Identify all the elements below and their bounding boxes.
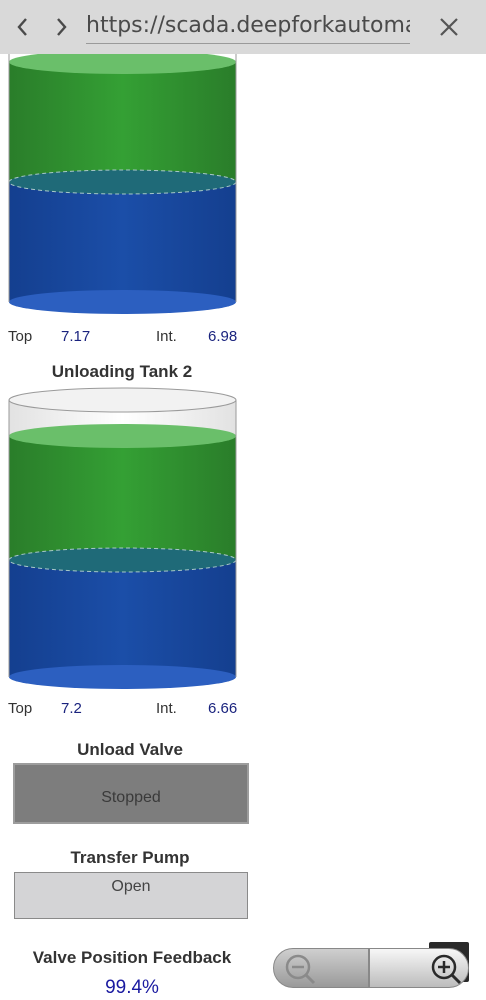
tank1-int-label: Int. xyxy=(156,328,177,345)
tank1-green-layer xyxy=(9,62,236,182)
unloading-tank-1-graphic xyxy=(8,54,237,314)
tank2-bottom xyxy=(9,665,236,689)
chevron-left-icon xyxy=(17,18,27,36)
zoom-control xyxy=(273,942,471,988)
tank2-title: Unloading Tank 2 xyxy=(51,362,193,381)
browser-toolbar: https://scada.deepforkautomatic xyxy=(0,0,486,54)
tank2-readings: Top 7.2 Int. 6.66 xyxy=(0,700,250,722)
transfer-pump-title: Transfer Pump xyxy=(70,848,190,867)
tank2-int-label: Int. xyxy=(156,700,177,717)
unload-valve-state: Stopped xyxy=(101,789,161,806)
zoom-in-icon xyxy=(431,954,462,985)
tank1-bottom xyxy=(9,290,236,314)
zoom-in-button[interactable] xyxy=(369,948,469,988)
chevron-right-icon xyxy=(57,18,67,36)
back-button[interactable] xyxy=(8,10,38,44)
tank1-int-value: 6.98 xyxy=(208,328,238,345)
tank2-top-value: 7.2 xyxy=(61,700,82,717)
forward-button[interactable] xyxy=(46,10,76,44)
zoom-out-button[interactable] xyxy=(273,948,369,988)
valve-feedback-value: 99.4% xyxy=(105,977,159,998)
close-button[interactable] xyxy=(436,14,462,40)
tank2-top-label: Top xyxy=(8,700,33,717)
tank2-blue-layer xyxy=(9,560,236,677)
tank1-interface xyxy=(8,169,237,195)
tank2-green-surface xyxy=(9,424,236,448)
scada-page: Top 7.17 Int. 6.98 Unloading Tank 2 Top xyxy=(0,54,486,1000)
tank2-interface xyxy=(8,547,237,573)
tank1-readings: Top 7.17 Int. 6.98 xyxy=(0,328,250,350)
valve-feedback-title: Valve Position Feedback xyxy=(32,948,232,967)
url-field[interactable]: https://scada.deepforkautomatic xyxy=(86,8,410,44)
tank1-top-value: 7.17 xyxy=(61,328,91,345)
tank2-lid xyxy=(8,387,237,413)
close-icon xyxy=(440,18,458,36)
tank2-green-layer xyxy=(9,436,236,560)
unload-valve-title: Unload Valve xyxy=(77,740,183,759)
tank1-blue-layer xyxy=(9,182,236,302)
tank1-top-label: Top xyxy=(8,328,33,345)
unloading-tank-2-graphic xyxy=(8,387,237,689)
unload-valve-button[interactable]: Stopped xyxy=(13,763,249,824)
transfer-pump-button[interactable]: Open xyxy=(14,872,248,919)
zoom-out-icon xyxy=(285,954,316,985)
tank2-int-value: 6.66 xyxy=(208,700,238,717)
transfer-pump-state: Open xyxy=(111,878,151,895)
